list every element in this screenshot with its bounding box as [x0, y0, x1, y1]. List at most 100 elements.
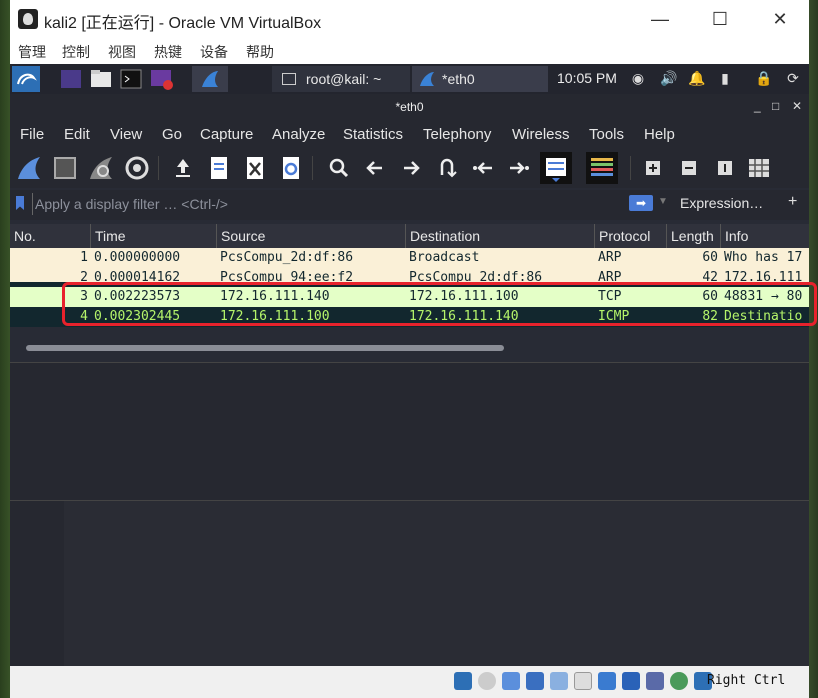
wireshark-launcher[interactable]: [192, 66, 228, 92]
cell-protocol: ARP: [598, 270, 622, 282]
last-packet-icon[interactable]: [506, 155, 532, 181]
camera-icon[interactable]: ◉: [630, 70, 646, 86]
files-icon[interactable]: [90, 68, 112, 90]
table-row[interactable]: 2 0.000014162 PcsCompu_94:ee:f2 PcsCompu…: [10, 268, 809, 282]
menu-tools[interactable]: Tools: [589, 126, 624, 143]
add-filter-button[interactable]: +: [788, 193, 797, 211]
menu-file[interactable]: File: [20, 126, 44, 143]
ws-minimize-button[interactable]: _: [754, 99, 761, 113]
virtualization-icon[interactable]: [646, 672, 664, 690]
colorize-icon[interactable]: [586, 152, 618, 184]
notification-bell-icon[interactable]: 🔔: [688, 70, 705, 86]
display-filter-input[interactable]: Apply a display filter … <Ctrl-/>: [32, 193, 665, 215]
wireshark-menubar: File Edit View Go Capture Analyze Statis…: [10, 120, 809, 150]
column-info[interactable]: Info: [720, 224, 809, 248]
menu-statistics[interactable]: Statistics: [343, 126, 403, 143]
cell-time: 0.000000000: [94, 250, 181, 265]
normal-size-icon[interactable]: [712, 155, 738, 181]
menu-hotkeys[interactable]: 热键: [154, 42, 182, 62]
column-length[interactable]: Length: [666, 224, 720, 248]
menu-analyze[interactable]: Analyze: [272, 126, 325, 143]
optical-drive-icon[interactable]: [478, 672, 496, 690]
shark-fin-icon: [420, 72, 434, 86]
host-menubar: 管理 控制 视图 热键 设备 帮助: [10, 38, 809, 64]
kali-menu-icon[interactable]: [12, 66, 40, 92]
column-source[interactable]: Source: [216, 224, 405, 248]
recorder-icon[interactable]: [150, 68, 174, 90]
find-packet-icon[interactable]: [326, 155, 352, 181]
hard-disk-icon[interactable]: [454, 672, 472, 690]
virtualbox-statusbar: Right Ctrl: [10, 666, 809, 698]
display-icon[interactable]: [598, 672, 616, 690]
close-file-icon[interactable]: [242, 155, 268, 181]
chevron-down-icon[interactable]: ▼: [658, 196, 668, 207]
audio-icon[interactable]: [502, 672, 520, 690]
save-file-icon[interactable]: [206, 155, 232, 181]
apply-filter-arrow-icon[interactable]: ➡: [629, 195, 653, 211]
usb-icon[interactable]: [550, 672, 568, 690]
menu-manage[interactable]: 管理: [18, 42, 46, 62]
packet-list-horizontal-scrollbar[interactable]: [26, 345, 504, 351]
battery-icon[interactable]: ▮: [717, 70, 733, 86]
taskbar-item-terminal[interactable]: root@kail: ~: [272, 66, 410, 92]
expression-button[interactable]: Expression…: [680, 195, 763, 211]
go-to-packet-icon[interactable]: [434, 155, 460, 181]
toolbar-separator: [312, 156, 313, 180]
taskbar-label-wireshark: *eth0: [442, 71, 475, 87]
column-time[interactable]: Time: [90, 224, 216, 248]
minimize-button[interactable]: —: [640, 6, 680, 32]
column-no[interactable]: No.: [10, 224, 90, 248]
toolbar-separator: [630, 156, 631, 180]
start-capture-icon[interactable]: [16, 155, 42, 181]
first-packet-icon[interactable]: [470, 155, 496, 181]
terminal-icon[interactable]: [120, 68, 142, 90]
reload-file-icon[interactable]: [278, 155, 304, 181]
taskbar-item-wireshark[interactable]: *eth0: [412, 66, 548, 92]
table-row[interactable]: 1 0.000000000 PcsCompu_2d:df:86 Broadcas…: [10, 248, 809, 268]
packet-details-pane[interactable]: [10, 362, 809, 501]
resize-columns-icon[interactable]: [746, 155, 772, 181]
capture-options-icon[interactable]: [124, 155, 150, 181]
close-button[interactable]: ✕: [760, 6, 800, 32]
volume-icon[interactable]: 🔊: [660, 70, 677, 86]
lock-icon[interactable]: 🔒: [755, 70, 772, 86]
menu-help[interactable]: 帮助: [246, 42, 274, 62]
menu-view-ws[interactable]: View: [110, 126, 142, 143]
column-protocol[interactable]: Protocol: [594, 224, 666, 248]
zoom-in-icon[interactable]: [640, 155, 666, 181]
restart-capture-icon[interactable]: [88, 155, 114, 181]
menu-edit[interactable]: Edit: [64, 126, 90, 143]
open-file-icon[interactable]: [170, 155, 196, 181]
highlight-annotation-box: [62, 282, 817, 326]
stop-capture-icon[interactable]: [52, 155, 78, 181]
ws-close-button[interactable]: ✕: [792, 99, 802, 113]
video-capture-icon[interactable]: [622, 672, 640, 690]
clock[interactable]: 10:05 PM: [557, 70, 617, 86]
cell-destination: Broadcast: [409, 250, 480, 265]
column-destination[interactable]: Destination: [405, 224, 594, 248]
power-icon[interactable]: ⟳: [785, 70, 801, 86]
go-back-icon[interactable]: [362, 155, 388, 181]
menu-capture[interactable]: Capture: [200, 126, 253, 143]
menu-control[interactable]: 控制: [62, 42, 90, 62]
menu-help-ws[interactable]: Help: [644, 126, 675, 143]
shared-folders-icon[interactable]: [574, 672, 592, 690]
menu-wireless[interactable]: Wireless: [512, 126, 570, 143]
menu-devices[interactable]: 设备: [200, 42, 228, 62]
menu-go[interactable]: Go: [162, 126, 182, 143]
kali-app-icon: [18, 9, 38, 29]
workspace-icon[interactable]: [60, 68, 82, 90]
zoom-out-icon[interactable]: [676, 155, 702, 181]
menu-telephony[interactable]: Telephony: [423, 126, 491, 143]
go-forward-icon[interactable]: [398, 155, 424, 181]
mouse-integration-icon[interactable]: [670, 672, 688, 690]
bookmark-icon[interactable]: [16, 196, 24, 210]
packet-bytes-pane[interactable]: [10, 500, 809, 667]
ws-maximize-button[interactable]: □: [772, 99, 779, 113]
toolbar-separator: [158, 156, 159, 180]
network-icon[interactable]: [526, 672, 544, 690]
cell-destination: PcsCompu_2d:df:86: [409, 270, 543, 282]
maximize-button[interactable]: ☐: [700, 6, 740, 32]
autoscroll-icon[interactable]: [540, 152, 572, 184]
menu-view[interactable]: 视图: [108, 42, 136, 62]
